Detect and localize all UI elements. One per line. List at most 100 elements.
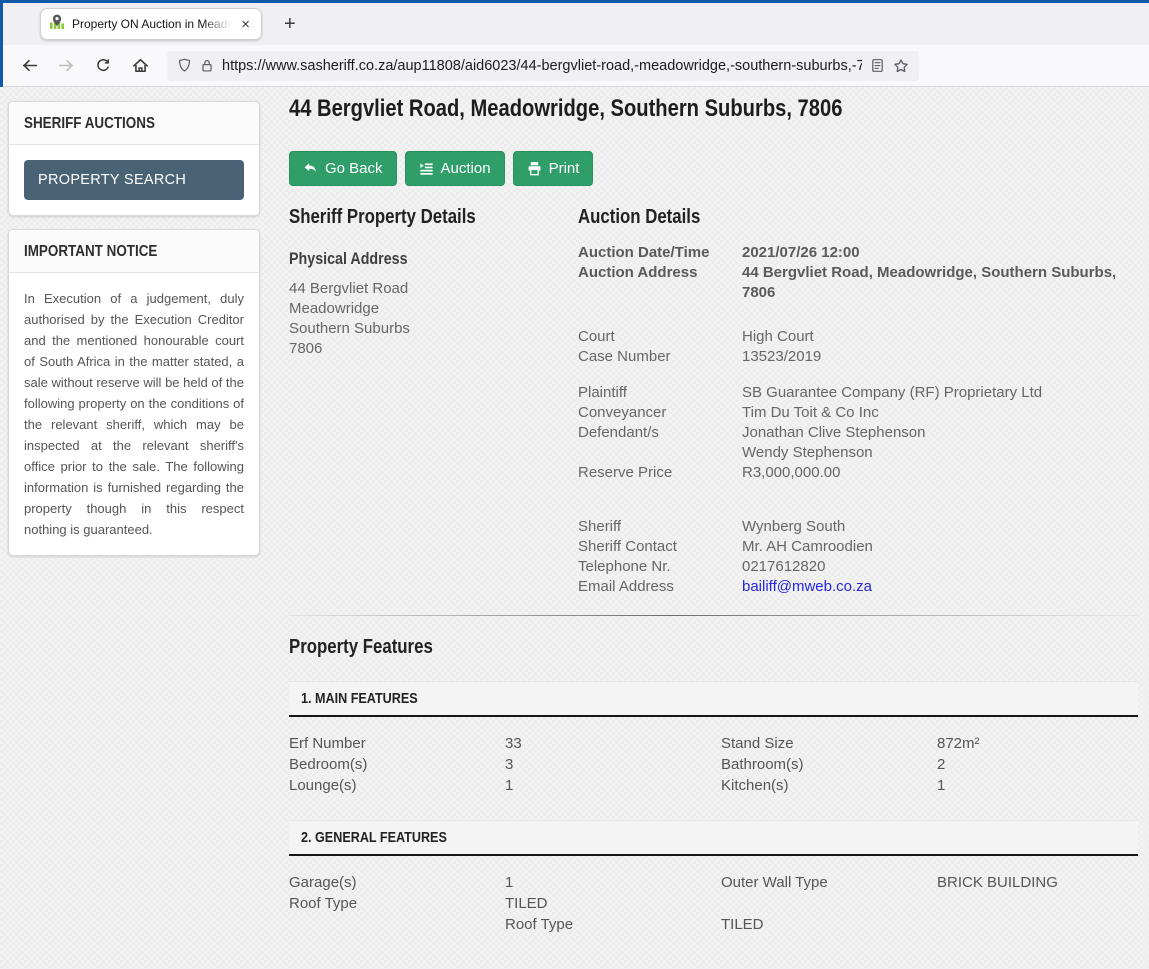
- important-notice-text: In Execution of a judgement, duly author…: [24, 288, 244, 540]
- tab-close-icon[interactable]: ×: [238, 16, 253, 33]
- detail-row: Auction Address44 Bergvliet Road, Meadow…: [578, 263, 1138, 303]
- detail-label: Reserve Price: [578, 463, 742, 483]
- forward-button[interactable]: [50, 51, 82, 81]
- sheriff-auctions-card: SHERIFF AUCTIONS PROPERTY SEARCH: [8, 101, 260, 216]
- feature-cell: 1: [505, 872, 721, 893]
- browser-window: Property ON Auction in Meado × +: [0, 0, 1149, 969]
- feature-row: Roof TypeTILED: [289, 893, 1138, 914]
- feature-cell: Garage(s): [289, 872, 505, 893]
- feature-table: Erf Number33Stand Size872m²Bedroom(s)3Ba…: [289, 733, 1138, 796]
- go-back-label: Go Back: [325, 160, 383, 177]
- toolbar: Go Back Auction: [289, 151, 1138, 186]
- important-notice-header: IMPORTANT NOTICE: [9, 230, 259, 273]
- auction-details-group: CourtHigh CourtCase Number13523/2019: [578, 327, 1138, 367]
- detail-value: 0217612820: [742, 557, 1138, 577]
- new-tab-button[interactable]: +: [276, 11, 304, 38]
- feature-cell: 3: [505, 754, 721, 775]
- browser-chrome: Property ON Auction in Meado × +: [0, 3, 1149, 87]
- feature-cell: Erf Number: [289, 733, 505, 754]
- email-link[interactable]: bailiff@mweb.co.za: [742, 577, 1138, 597]
- section-divider: [289, 615, 1138, 616]
- feature-cell: Bedroom(s): [289, 754, 505, 775]
- feature-cell: Roof Type: [289, 893, 505, 914]
- auction-details-group: Auction Date/Time2021/07/26 12:00Auction…: [578, 243, 1138, 303]
- feature-row: Lounge(s)1Kitchen(s)1: [289, 775, 1138, 796]
- important-notice-card: IMPORTANT NOTICE In Execution of a judge…: [8, 229, 260, 556]
- property-search-button[interactable]: PROPERTY SEARCH: [24, 160, 244, 200]
- feature-cell: [937, 893, 1138, 914]
- auction-details-group: PlaintiffSB Guarantee Company (RF) Propr…: [578, 383, 1138, 483]
- sheriff-auctions-title: SHERIFF AUCTIONS: [24, 115, 155, 133]
- detail-row: ConveyancerTim Du Toit & Co Inc: [578, 403, 1138, 423]
- physical-address-lines: 44 Bergvliet RoadMeadowridgeSouthern Sub…: [289, 279, 578, 359]
- page-title: 44 Bergvliet Road, Meadowridge, Southern…: [289, 95, 1138, 123]
- detail-row: Telephone Nr.0217612820: [578, 557, 1138, 577]
- feature-cell: TILED: [505, 893, 721, 914]
- detail-row: SheriffWynberg South: [578, 517, 1138, 537]
- site-favicon-pin-icon: [49, 14, 65, 35]
- reply-arrow-icon: [303, 161, 318, 176]
- detail-row: Reserve PriceR3,000,000.00: [578, 463, 1138, 483]
- detail-row: CourtHigh Court: [578, 327, 1138, 347]
- auction-details: Auction Details Auction Date/Time2021/07…: [578, 206, 1138, 597]
- feature-row: Erf Number33Stand Size872m²: [289, 733, 1138, 754]
- printer-icon: [527, 161, 542, 176]
- feature-cell: TILED: [721, 914, 937, 935]
- detail-value: 44 Bergvliet Road, Meadowridge, Southern…: [742, 263, 1138, 303]
- detail-value: Tim Du Toit & Co Inc: [742, 403, 1138, 423]
- reader-view-icon[interactable]: [870, 58, 885, 73]
- detail-value: 13523/2019: [742, 347, 1138, 367]
- bookmark-star-icon[interactable]: [893, 58, 909, 74]
- list-icon: [419, 161, 434, 176]
- url-text[interactable]: https://www.sasheriff.co.za/aup11808/aid…: [222, 58, 862, 74]
- browser-tab[interactable]: Property ON Auction in Meado ×: [40, 8, 262, 40]
- detail-label: Email Address: [578, 577, 742, 597]
- tab-title: Property ON Auction in Meado: [72, 17, 231, 31]
- detail-value: Mr. AH Camroodien: [742, 537, 1138, 557]
- feature-section: 1. MAIN FEATURESErf Number33Stand Size87…: [289, 681, 1138, 796]
- detail-row: PlaintiffSB Guarantee Company (RF) Propr…: [578, 383, 1138, 403]
- padlock-icon[interactable]: [200, 58, 214, 73]
- property-features-heading: Property Features: [289, 636, 1138, 659]
- detail-label: Auction Date/Time: [578, 243, 742, 263]
- home-button[interactable]: [124, 51, 156, 81]
- detail-value: SB Guarantee Company (RF) Proprietary Lt…: [742, 383, 1138, 403]
- detail-label: Sheriff: [578, 517, 742, 537]
- feature-cell: BRICK BUILDING: [937, 872, 1138, 893]
- detail-value: Wynberg South: [742, 517, 1138, 537]
- forward-arrow-icon: [58, 57, 75, 74]
- feature-cell: 872m²: [937, 733, 1138, 754]
- url-bar[interactable]: https://www.sasheriff.co.za/aup11808/aid…: [167, 51, 919, 81]
- sheriff-property-details: Sheriff Property Details Physical Addres…: [289, 206, 578, 597]
- feature-cell: Lounge(s): [289, 775, 505, 796]
- reload-button[interactable]: [87, 51, 119, 81]
- back-button[interactable]: [13, 51, 45, 81]
- feature-section-header: 2. GENERAL FEATURES: [289, 820, 1138, 856]
- auction-details-groups: Auction Date/Time2021/07/26 12:00Auction…: [578, 243, 1138, 597]
- feature-row: Bedroom(s)3Bathroom(s)2: [289, 754, 1138, 775]
- feature-section: 2. GENERAL FEATURESGarage(s)1Outer Wall …: [289, 820, 1138, 935]
- feature-cell: [289, 914, 505, 935]
- detail-row: Sheriff ContactMr. AH Camroodien: [578, 537, 1138, 557]
- feature-cell: [721, 893, 937, 914]
- reload-icon: [95, 58, 111, 74]
- tracking-shield-icon[interactable]: [177, 58, 192, 73]
- detail-value: R3,000,000.00: [742, 463, 1138, 483]
- detail-value: Jonathan Clive StephensonWendy Stephenso…: [742, 423, 1138, 463]
- address-line: 7806: [289, 339, 578, 359]
- main-content: 44 Bergvliet Road, Meadowridge, Southern…: [260, 87, 1149, 968]
- feature-cell: 2: [937, 754, 1138, 775]
- feature-cell: 1: [505, 775, 721, 796]
- property-details-heading: Sheriff Property Details: [289, 206, 578, 229]
- go-back-button[interactable]: Go Back: [289, 151, 397, 186]
- auction-label: Auction: [441, 160, 491, 177]
- detail-label: Sheriff Contact: [578, 537, 742, 557]
- details-section: Sheriff Property Details Physical Addres…: [289, 206, 1138, 597]
- auction-button[interactable]: Auction: [405, 151, 505, 186]
- feature-cell: Roof Type: [505, 914, 721, 935]
- detail-label: Conveyancer: [578, 403, 742, 423]
- feature-section-title: 2. GENERAL FEATURES: [301, 829, 447, 846]
- print-button[interactable]: Print: [513, 151, 594, 186]
- detail-label: Defendant/s: [578, 423, 742, 463]
- detail-label: Telephone Nr.: [578, 557, 742, 577]
